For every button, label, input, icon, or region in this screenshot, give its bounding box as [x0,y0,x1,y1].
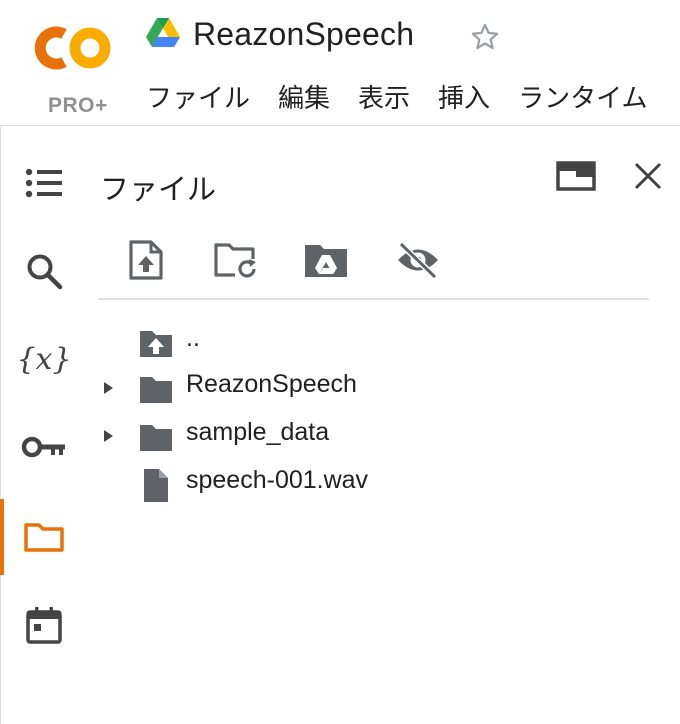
refresh-folder-icon [214,243,256,278]
colab-logo-icon [34,26,111,70]
calendar-icon [26,607,62,644]
upload-file-icon [129,240,163,280]
tree-item-name: speech-001.wav [186,466,369,494]
colab-window: PRO+ ReazonSpeech ファイル 編集 表示 挿入 ランタイム {x… [0,0,680,724]
header: PRO+ ReazonSpeech ファイル 編集 表示 挿入 ランタイム [0,0,680,126]
menu-file[interactable]: ファイル [146,78,250,115]
key-icon [21,436,65,458]
panel-title: ファイル [100,174,217,206]
mount-drive-button[interactable] [302,236,350,284]
tree-row-file[interactable]: speech-001.wav [96,462,656,506]
tree-item-name: .. [186,324,200,352]
tree-row-folder[interactable]: sample_data [96,414,656,458]
colab-logo[interactable]: PRO+ [30,18,114,117]
rail-item-calendar[interactable] [16,597,72,653]
tree-item-name: sample_data [186,418,330,446]
hide-eye-icon [398,241,438,279]
tree-row-parent[interactable]: .. [96,320,656,364]
refresh-button[interactable] [212,236,260,284]
file-icon [144,469,168,502]
window-icon [556,161,596,191]
panel-divider [98,298,649,300]
rail-active-indicator [0,499,4,575]
parent-folder-icon [140,331,172,357]
menubar: ファイル 編集 表示 挿入 ランタイム [146,78,676,115]
menu-view[interactable]: 表示 [358,78,410,115]
rail-item-files[interactable] [16,509,72,565]
rail-border [0,127,1,724]
menu-edit[interactable]: 編集 [278,78,330,115]
logo-tier-label: PRO+ [48,94,108,117]
tree-item-name: ReazonSpeech [186,370,357,398]
list-icon [25,168,62,198]
menu-runtime[interactable]: ランタイム [518,78,647,115]
open-in-tab-button[interactable] [554,154,598,198]
toggle-hidden-files-button[interactable] [394,236,442,284]
rail-item-table-of-contents[interactable] [16,155,72,211]
rail-item-secrets[interactable] [16,419,72,475]
rail-item-variables[interactable]: {x} [16,331,72,387]
variables-icon: {x} [16,341,72,377]
expand-chevron-icon[interactable] [98,378,118,398]
google-drive-icon[interactable] [146,18,180,48]
notebook-title[interactable]: ReazonSpeech [193,16,414,53]
close-icon [634,162,662,190]
folder-icon [140,425,172,451]
drive-folder-icon [305,245,347,277]
folder-icon [140,377,172,403]
menu-insert[interactable]: 挿入 [438,78,490,115]
search-icon [27,254,63,290]
left-rail: {x} [0,127,88,724]
upload-button[interactable] [122,236,170,284]
folder-icon [24,523,64,552]
rail-item-search[interactable] [16,243,72,299]
close-panel-button[interactable] [626,154,670,198]
tree-row-folder[interactable]: ReazonSpeech [96,366,656,410]
star-icon[interactable] [468,20,502,54]
expand-chevron-icon[interactable] [98,426,118,446]
